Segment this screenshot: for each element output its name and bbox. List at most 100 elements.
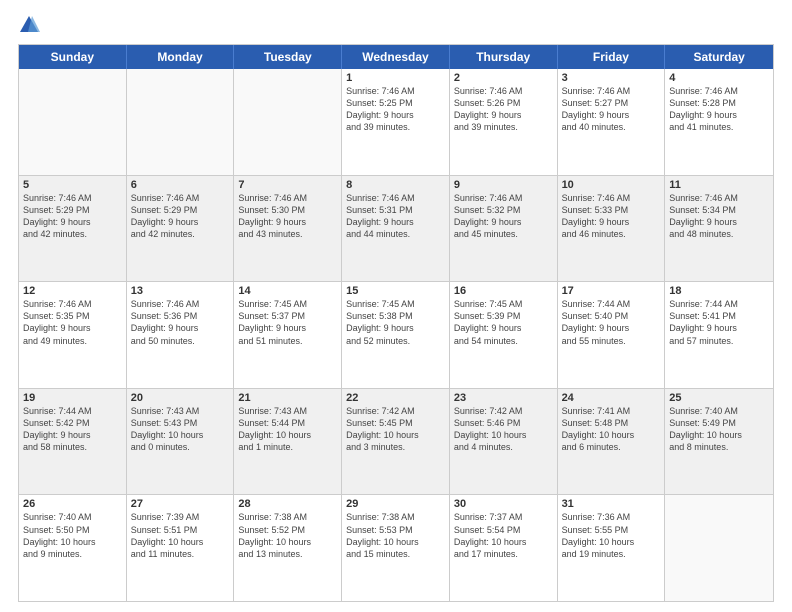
day-number: 9 [454,179,553,191]
calendar-day-25: 25Sunrise: 7:40 AM Sunset: 5:49 PM Dayli… [665,389,773,495]
day-number: 18 [669,285,769,297]
day-number: 27 [131,498,230,510]
day-info: Sunrise: 7:42 AM Sunset: 5:45 PM Dayligh… [346,405,445,454]
calendar: SundayMondayTuesdayWednesdayThursdayFrid… [18,44,774,602]
day-info: Sunrise: 7:43 AM Sunset: 5:43 PM Dayligh… [131,405,230,454]
calendar-day-17: 17Sunrise: 7:44 AM Sunset: 5:40 PM Dayli… [558,282,666,388]
calendar-day-27: 27Sunrise: 7:39 AM Sunset: 5:51 PM Dayli… [127,495,235,601]
calendar-day-24: 24Sunrise: 7:41 AM Sunset: 5:48 PM Dayli… [558,389,666,495]
day-info: Sunrise: 7:40 AM Sunset: 5:50 PM Dayligh… [23,511,122,560]
calendar-day-1: 1Sunrise: 7:46 AM Sunset: 5:25 PM Daylig… [342,69,450,175]
logo-icon [18,14,40,36]
day-number: 8 [346,179,445,191]
day-number: 23 [454,392,553,404]
day-info: Sunrise: 7:46 AM Sunset: 5:29 PM Dayligh… [23,192,122,241]
calendar-day-11: 11Sunrise: 7:46 AM Sunset: 5:34 PM Dayli… [665,176,773,282]
day-number: 20 [131,392,230,404]
day-number: 13 [131,285,230,297]
calendar-empty-cell [19,69,127,175]
header [18,14,774,36]
day-info: Sunrise: 7:46 AM Sunset: 5:31 PM Dayligh… [346,192,445,241]
calendar-week-5: 26Sunrise: 7:40 AM Sunset: 5:50 PM Dayli… [19,494,773,601]
day-info: Sunrise: 7:46 AM Sunset: 5:36 PM Dayligh… [131,298,230,347]
day-number: 6 [131,179,230,191]
day-number: 11 [669,179,769,191]
day-number: 2 [454,72,553,84]
calendar-day-9: 9Sunrise: 7:46 AM Sunset: 5:32 PM Daylig… [450,176,558,282]
day-info: Sunrise: 7:45 AM Sunset: 5:37 PM Dayligh… [238,298,337,347]
day-info: Sunrise: 7:46 AM Sunset: 5:28 PM Dayligh… [669,85,769,134]
calendar-week-2: 5Sunrise: 7:46 AM Sunset: 5:29 PM Daylig… [19,175,773,282]
day-number: 3 [562,72,661,84]
day-number: 26 [23,498,122,510]
day-info: Sunrise: 7:36 AM Sunset: 5:55 PM Dayligh… [562,511,661,560]
day-number: 24 [562,392,661,404]
day-info: Sunrise: 7:46 AM Sunset: 5:26 PM Dayligh… [454,85,553,134]
header-day-saturday: Saturday [665,45,773,69]
calendar-day-20: 20Sunrise: 7:43 AM Sunset: 5:43 PM Dayli… [127,389,235,495]
calendar-day-5: 5Sunrise: 7:46 AM Sunset: 5:29 PM Daylig… [19,176,127,282]
page: SundayMondayTuesdayWednesdayThursdayFrid… [0,0,792,612]
calendar-day-8: 8Sunrise: 7:46 AM Sunset: 5:31 PM Daylig… [342,176,450,282]
header-day-friday: Friday [558,45,666,69]
day-info: Sunrise: 7:41 AM Sunset: 5:48 PM Dayligh… [562,405,661,454]
day-info: Sunrise: 7:46 AM Sunset: 5:29 PM Dayligh… [131,192,230,241]
calendar-empty-cell [234,69,342,175]
day-info: Sunrise: 7:39 AM Sunset: 5:51 PM Dayligh… [131,511,230,560]
day-number: 25 [669,392,769,404]
day-number: 19 [23,392,122,404]
day-info: Sunrise: 7:45 AM Sunset: 5:39 PM Dayligh… [454,298,553,347]
calendar-week-1: 1Sunrise: 7:46 AM Sunset: 5:25 PM Daylig… [19,69,773,175]
day-info: Sunrise: 7:46 AM Sunset: 5:32 PM Dayligh… [454,192,553,241]
calendar-day-19: 19Sunrise: 7:44 AM Sunset: 5:42 PM Dayli… [19,389,127,495]
calendar-day-6: 6Sunrise: 7:46 AM Sunset: 5:29 PM Daylig… [127,176,235,282]
day-number: 1 [346,72,445,84]
day-number: 16 [454,285,553,297]
calendar-empty-cell [665,495,773,601]
day-number: 10 [562,179,661,191]
calendar-day-18: 18Sunrise: 7:44 AM Sunset: 5:41 PM Dayli… [665,282,773,388]
day-info: Sunrise: 7:46 AM Sunset: 5:27 PM Dayligh… [562,85,661,134]
calendar-header-row: SundayMondayTuesdayWednesdayThursdayFrid… [19,45,773,69]
day-info: Sunrise: 7:44 AM Sunset: 5:41 PM Dayligh… [669,298,769,347]
day-info: Sunrise: 7:46 AM Sunset: 5:25 PM Dayligh… [346,85,445,134]
header-day-tuesday: Tuesday [234,45,342,69]
calendar-day-14: 14Sunrise: 7:45 AM Sunset: 5:37 PM Dayli… [234,282,342,388]
day-info: Sunrise: 7:44 AM Sunset: 5:42 PM Dayligh… [23,405,122,454]
calendar-day-21: 21Sunrise: 7:43 AM Sunset: 5:44 PM Dayli… [234,389,342,495]
day-info: Sunrise: 7:43 AM Sunset: 5:44 PM Dayligh… [238,405,337,454]
calendar-day-3: 3Sunrise: 7:46 AM Sunset: 5:27 PM Daylig… [558,69,666,175]
header-day-sunday: Sunday [19,45,127,69]
calendar-day-16: 16Sunrise: 7:45 AM Sunset: 5:39 PM Dayli… [450,282,558,388]
calendar-day-10: 10Sunrise: 7:46 AM Sunset: 5:33 PM Dayli… [558,176,666,282]
calendar-day-15: 15Sunrise: 7:45 AM Sunset: 5:38 PM Dayli… [342,282,450,388]
header-day-thursday: Thursday [450,45,558,69]
day-number: 15 [346,285,445,297]
day-number: 12 [23,285,122,297]
day-info: Sunrise: 7:45 AM Sunset: 5:38 PM Dayligh… [346,298,445,347]
calendar-day-12: 12Sunrise: 7:46 AM Sunset: 5:35 PM Dayli… [19,282,127,388]
day-info: Sunrise: 7:38 AM Sunset: 5:53 PM Dayligh… [346,511,445,560]
calendar-day-13: 13Sunrise: 7:46 AM Sunset: 5:36 PM Dayli… [127,282,235,388]
day-number: 22 [346,392,445,404]
calendar-day-30: 30Sunrise: 7:37 AM Sunset: 5:54 PM Dayli… [450,495,558,601]
calendar-day-29: 29Sunrise: 7:38 AM Sunset: 5:53 PM Dayli… [342,495,450,601]
day-number: 17 [562,285,661,297]
calendar-day-4: 4Sunrise: 7:46 AM Sunset: 5:28 PM Daylig… [665,69,773,175]
day-info: Sunrise: 7:37 AM Sunset: 5:54 PM Dayligh… [454,511,553,560]
day-number: 30 [454,498,553,510]
header-day-monday: Monday [127,45,235,69]
day-info: Sunrise: 7:46 AM Sunset: 5:34 PM Dayligh… [669,192,769,241]
calendar-week-4: 19Sunrise: 7:44 AM Sunset: 5:42 PM Dayli… [19,388,773,495]
calendar-body: 1Sunrise: 7:46 AM Sunset: 5:25 PM Daylig… [19,69,773,601]
day-number: 14 [238,285,337,297]
day-number: 4 [669,72,769,84]
day-info: Sunrise: 7:46 AM Sunset: 5:30 PM Dayligh… [238,192,337,241]
calendar-day-31: 31Sunrise: 7:36 AM Sunset: 5:55 PM Dayli… [558,495,666,601]
day-info: Sunrise: 7:38 AM Sunset: 5:52 PM Dayligh… [238,511,337,560]
day-info: Sunrise: 7:40 AM Sunset: 5:49 PM Dayligh… [669,405,769,454]
day-number: 5 [23,179,122,191]
day-number: 29 [346,498,445,510]
calendar-day-26: 26Sunrise: 7:40 AM Sunset: 5:50 PM Dayli… [19,495,127,601]
day-number: 21 [238,392,337,404]
